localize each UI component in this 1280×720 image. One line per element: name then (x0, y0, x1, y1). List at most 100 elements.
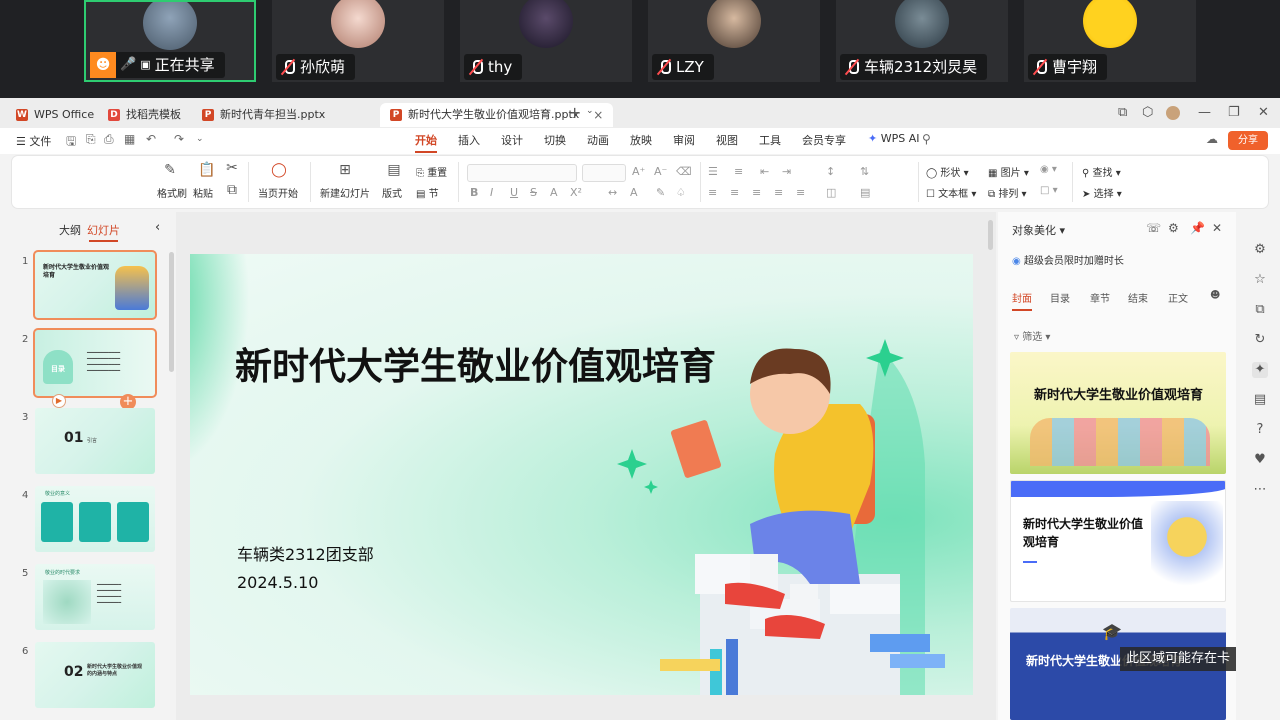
tab-member[interactable]: 会员专享 (802, 132, 846, 148)
tab-ending[interactable]: 结束 (1128, 290, 1148, 305)
print-preview-icon[interactable]: ▦ (124, 132, 135, 146)
cube-icon[interactable]: ⬡ (1142, 105, 1153, 120)
minimize-icon[interactable]: — (1198, 105, 1211, 120)
find-button[interactable]: ⚲ 查找 ▾ (1082, 164, 1121, 179)
more-icon[interactable]: ⋯ (1252, 482, 1268, 498)
beautify-icon[interactable]: ✦ (1252, 362, 1268, 378)
slide-thumbnail-6[interactable]: 02 新时代大学生敬业价值观的内涵与特点 (35, 642, 155, 708)
copy-icon[interactable]: ⧉ (1252, 302, 1268, 318)
outline-icon[interactable]: □ ▾ (1040, 185, 1058, 196)
reset-button[interactable]: ⎘ 重置 (416, 164, 447, 179)
template-card[interactable]: 新时代大学生敬业价值观培育 (1010, 352, 1226, 474)
text-effect-icon[interactable]: ♤ (676, 186, 686, 199)
copy-icon[interactable]: ⧉ (224, 182, 240, 198)
filter-button[interactable]: ▿ 筛选 ▾ (1014, 328, 1050, 343)
slide-editing-canvas[interactable]: 新时代大学生敬业价值观培育 车辆类2312团支部 2024.5.10 (176, 212, 996, 720)
tab-home[interactable]: 开始 (415, 132, 437, 153)
template-card[interactable]: 新时代大学生敬业价值观培育 (1010, 480, 1226, 602)
participant-tile[interactable]: 孙欣萌 (272, 0, 444, 82)
export-pdf-icon[interactable]: ⎘ (86, 132, 96, 147)
tab-toc[interactable]: 目录 (1050, 290, 1070, 305)
layout-button[interactable]: 版式 (382, 185, 402, 200)
wps-ai-button[interactable]: ✦ WPS AI (868, 132, 919, 145)
sync-icon[interactable]: ↻ (1252, 332, 1268, 348)
gear-icon[interactable]: ⚙ (1168, 221, 1179, 235)
font-color-icon[interactable]: A (630, 186, 638, 199)
tab-list-chevron-icon[interactable]: ⌄ (586, 106, 594, 116)
picture-button[interactable]: ▦ 图片 ▾ (988, 164, 1029, 179)
tab-wps-office[interactable]: W WPS Office (6, 103, 104, 127)
fill-icon[interactable]: ◉ ▾ (1040, 164, 1057, 175)
slide-1[interactable]: 新时代大学生敬业价值观培育 车辆类2312团支部 2024.5.10 (190, 254, 973, 695)
window-tile-icon[interactable]: ⧉ (1118, 105, 1127, 120)
slide-thumbnail-3[interactable]: 01 引言 (35, 408, 155, 474)
participant-tile[interactable]: thy (460, 0, 632, 82)
help-icon[interactable]: ? (1252, 422, 1268, 438)
customize-chevron-icon[interactable]: ⌄ (196, 134, 204, 144)
select-button[interactable]: ➤ 选择 ▾ (1082, 185, 1122, 200)
indent-icon[interactable]: ⇥ (782, 165, 791, 178)
restore-icon[interactable]: ❐ (1228, 105, 1240, 120)
section-button[interactable]: ▤ 节 (416, 185, 439, 200)
tab-animations[interactable]: 动画 (587, 132, 609, 148)
close-window-icon[interactable]: ✕ (1258, 105, 1269, 120)
cloud-icon[interactable]: ☁ (1206, 132, 1218, 146)
tab-review[interactable]: 审阅 (673, 132, 695, 148)
slide-thumbnail-4[interactable]: 敬业的意义 (35, 486, 155, 552)
print-icon[interactable]: ⎙ (104, 132, 114, 147)
tab-tools[interactable]: 工具 (759, 132, 781, 148)
vertical-align-icon[interactable]: ▤ (860, 186, 870, 199)
tab-insert[interactable]: 插入 (458, 132, 480, 148)
increase-font-icon[interactable]: A⁺ (632, 165, 645, 178)
underline-button[interactable]: U (510, 186, 518, 199)
arrange-button[interactable]: ⧉ 排列 ▾ (988, 185, 1027, 200)
slide-thumbnail-5[interactable]: 敬业的时代要求 ━━━━━━━━ ━━━━━━━━ ━━━━━━━━ ━━━━━━━━ (35, 564, 155, 630)
participant-tile[interactable]: LZY (648, 0, 820, 82)
format-painter-button[interactable]: 格式刷 (157, 185, 187, 200)
textbox-button[interactable]: ☐ 文本框 ▾ (926, 185, 976, 200)
tab-view[interactable]: 视图 (716, 132, 738, 148)
numbered-list-icon[interactable]: ≡ (734, 165, 743, 178)
canvas-scrollbar[interactable] (988, 220, 993, 250)
redo-icon[interactable]: ↷ (174, 132, 184, 146)
cut-icon[interactable]: ✂ (224, 160, 240, 176)
highlight-icon[interactable]: ✎ (656, 186, 665, 199)
align-center-icon[interactable]: ≡ (730, 186, 739, 199)
bullet-list-icon[interactable]: ☰ (708, 165, 718, 178)
user-icon[interactable]: ☻ (1210, 290, 1220, 301)
align-left-icon[interactable]: ≡ (708, 186, 717, 199)
tab-transitions[interactable]: 切换 (544, 132, 566, 148)
member-promo[interactable]: ◉ 超级会员限时加赠时长 (1012, 252, 1124, 267)
tab-cover[interactable]: 封面 (1012, 290, 1032, 311)
tab-chapter[interactable]: 章节 (1090, 290, 1110, 305)
book-icon[interactable]: ▤ (1252, 392, 1268, 408)
play-from-slide-icon[interactable]: ▶ (52, 394, 66, 408)
tab-slides[interactable]: 幻灯片 (87, 222, 120, 242)
thumbnail-scrollbar[interactable] (169, 252, 174, 372)
slide-date[interactable]: 2024.5.10 (237, 573, 318, 592)
bold-button[interactable]: B (470, 186, 478, 199)
tab-outline[interactable]: 大纲 (59, 222, 81, 238)
superscript-icon[interactable]: X² (570, 186, 582, 199)
play-current-button[interactable]: 当页开始 (258, 185, 298, 200)
file-menu[interactable]: ☰ 文件 (16, 133, 51, 149)
star-icon[interactable]: ☆ (1252, 272, 1268, 288)
save-icon[interactable]: 🖫 (66, 132, 76, 153)
search-icon[interactable]: ⚲ (922, 132, 931, 146)
tab-docer[interactable]: D 找稻壳模板 (98, 103, 191, 127)
font-family-select[interactable] (467, 164, 577, 182)
tab-document[interactable]: P 新时代青年担当.pptx (192, 103, 335, 127)
pin-icon[interactable]: 📌 (1190, 221, 1205, 235)
outdent-icon[interactable]: ⇤ (760, 165, 769, 178)
slide-thumbnail-1[interactable]: 新时代大学生敬业价值观培育 (33, 250, 157, 320)
tab-slideshow[interactable]: 放映 (630, 132, 652, 148)
char-spacing-icon[interactable]: ↔ (608, 186, 617, 199)
sliders-icon[interactable]: ⚙ (1252, 242, 1268, 258)
shirt-icon[interactable]: ♥ (1252, 452, 1268, 468)
slide-title[interactable]: 新时代大学生敬业价值观培育 (235, 338, 755, 395)
line-spacing-icon[interactable]: ↕ (826, 165, 835, 178)
share-button[interactable]: 分享 (1228, 131, 1268, 150)
distribute-icon[interactable]: ≡ (796, 186, 805, 199)
panel-title[interactable]: 对象美化 ▾ (1012, 222, 1065, 238)
participant-tile[interactable]: 曹宇翔 (1024, 0, 1196, 82)
